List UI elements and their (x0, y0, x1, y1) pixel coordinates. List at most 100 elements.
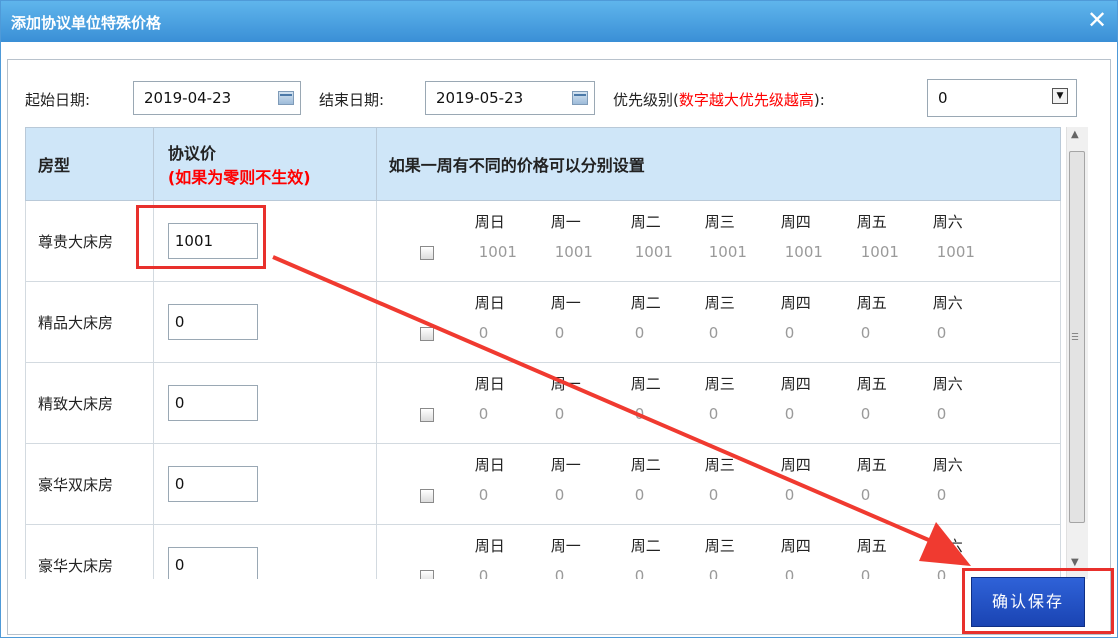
weekday-label: 周三 (704, 537, 735, 555)
weekday-price[interactable]: 1001 (635, 243, 695, 261)
weekday-price[interactable]: 0 (555, 486, 615, 504)
weekday-price[interactable]: 1001 (479, 243, 539, 261)
price-table: 房型 协议价 (如果为零则不生效) 如果一周有不同的价格可以分别设置 尊贵大床房… (25, 127, 1061, 579)
weekday-price[interactable]: 1001 (937, 243, 997, 261)
price-input[interactable]: 0 (167, 304, 258, 340)
title-bar: 添加协议单位特殊价格 ✕ (1, 1, 1117, 42)
scrollbar-grip-icon: ─ ─ ─ (1072, 329, 1079, 346)
weekday-price[interactable]: 0 (635, 486, 695, 504)
price-input[interactable]: 0 (167, 385, 258, 421)
weekday-price[interactable]: 0 (861, 567, 921, 579)
start-date-value: 2019-04-23 (144, 89, 232, 107)
weekday-price[interactable]: 0 (785, 567, 845, 579)
weekday-price[interactable]: 0 (479, 486, 539, 504)
room-type-cell: 豪华双床房 (25, 443, 154, 525)
weekday-price[interactable]: 1001 (555, 243, 615, 261)
weekday-price[interactable]: 1001 (709, 243, 769, 261)
weekday-price[interactable]: 0 (479, 324, 539, 342)
dialog-window: 添加协议单位特殊价格 ✕ 起始日期: 2019-04-23 结束日期: 2019… (0, 0, 1118, 638)
weekday-label: 周一 (550, 213, 581, 231)
price-cell: 0 (152, 524, 377, 579)
weekday-label: 周六 (932, 294, 963, 312)
weekday-price[interactable]: 0 (861, 405, 921, 423)
weekday-price[interactable]: 0 (937, 324, 997, 342)
week-price-cell: 周日 0 周一 0 周二 0 周三 0 周四 0 周五 0 周六 0 (375, 443, 1061, 525)
weekday-price[interactable]: 0 (555, 567, 615, 579)
weekday-label: 周六 (932, 537, 963, 555)
priority-select[interactable]: 0 ▼ (927, 79, 1077, 117)
weekday-label: 周日 (474, 456, 505, 474)
weekday-price[interactable]: 0 (861, 324, 921, 342)
calendar-icon[interactable] (572, 91, 588, 105)
calendar-icon[interactable] (278, 91, 294, 105)
scroll-down-icon[interactable]: ▼ (1071, 557, 1079, 568)
weekday-label: 周四 (780, 456, 811, 474)
weekday-label: 周一 (550, 456, 581, 474)
weekday-label: 周三 (704, 213, 735, 231)
weekday-label: 周四 (780, 375, 811, 393)
weekday-label: 周二 (630, 537, 661, 555)
chevron-down-icon[interactable]: ▼ (1052, 88, 1068, 104)
end-date-label: 结束日期: (319, 91, 385, 109)
weekday-price[interactable]: 0 (785, 324, 845, 342)
weekday-label: 周一 (550, 294, 581, 312)
weekday-price[interactable]: 0 (709, 567, 769, 579)
header-week-note: 如果一周有不同的价格可以分别设置 (375, 127, 1061, 201)
priority-label-suffix: ): (813, 91, 825, 109)
weekday-price[interactable]: 0 (861, 486, 921, 504)
weekday-price[interactable]: 0 (709, 324, 769, 342)
weekday-price[interactable]: 0 (479, 405, 539, 423)
weekday-label: 周五 (856, 537, 887, 555)
weekday-label: 周日 (474, 213, 505, 231)
weekday-label: 周三 (704, 456, 735, 474)
weekday-label: 周四 (780, 213, 811, 231)
weekday-price[interactable]: 0 (785, 405, 845, 423)
week-price-cell: 周日 0 周一 0 周二 0 周三 0 周四 0 周五 0 周六 0 (375, 281, 1061, 363)
header-price-note: (如果为零则不生效) (167, 168, 311, 187)
table-row: 豪华大床房 0 周日 0 周一 0 周二 0 周三 0 周四 0 周五 0 周六 0 (25, 524, 1061, 579)
weekday-price[interactable]: 0 (635, 405, 695, 423)
week-price-checkbox[interactable] (419, 408, 434, 422)
header-room-type: 房型 (25, 127, 154, 201)
priority-label-prefix: 优先级别( (613, 91, 679, 109)
weekday-price[interactable]: 0 (709, 405, 769, 423)
price-cell: 0 (152, 281, 377, 363)
scroll-up-icon[interactable]: ▲ (1071, 129, 1079, 140)
weekday-price[interactable]: 0 (937, 405, 997, 423)
week-price-checkbox[interactable] (419, 246, 434, 260)
weekday-price[interactable]: 1001 (785, 243, 845, 261)
weekday-price[interactable]: 0 (635, 567, 695, 579)
price-input[interactable]: 0 (167, 466, 258, 502)
weekday-price[interactable]: 0 (479, 567, 539, 579)
weekday-label: 周二 (630, 294, 661, 312)
weekday-label: 周一 (550, 537, 581, 555)
weekday-price[interactable]: 0 (555, 405, 615, 423)
weekday-label: 周五 (856, 294, 887, 312)
week-price-checkbox[interactable] (419, 570, 434, 579)
weekday-label: 周六 (932, 456, 963, 474)
weekday-label: 周二 (630, 213, 661, 231)
weekday-label: 周日 (474, 294, 505, 312)
highlight-box-save (962, 568, 1114, 634)
end-date-input[interactable]: 2019-05-23 (425, 81, 595, 115)
weekday-label: 周日 (474, 375, 505, 393)
week-price-checkbox[interactable] (419, 489, 434, 503)
priority-label: 优先级别(数字越大优先级越高): (613, 89, 825, 110)
priority-label-highlight: 数字越大优先级越高 (678, 91, 814, 109)
room-type-cell: 豪华大床房 (25, 524, 154, 579)
weekday-price[interactable]: 0 (709, 486, 769, 504)
start-date-label: 起始日期: (25, 91, 91, 109)
weekday-price[interactable]: 0 (785, 486, 845, 504)
start-date-input[interactable]: 2019-04-23 (133, 81, 301, 115)
close-icon[interactable]: ✕ (1085, 7, 1109, 33)
weekday-label: 周五 (856, 213, 887, 231)
week-price-checkbox[interactable] (419, 327, 434, 341)
weekday-price[interactable]: 0 (555, 324, 615, 342)
price-input[interactable]: 0 (167, 547, 258, 579)
weekday-price[interactable]: 0 (937, 486, 997, 504)
price-table-container: 房型 协议价 (如果为零则不生效) 如果一周有不同的价格可以分别设置 尊贵大床房… (25, 127, 1061, 579)
price-cell: 0 (152, 362, 377, 444)
weekday-price[interactable]: 1001 (861, 243, 921, 261)
weekday-price[interactable]: 0 (635, 324, 695, 342)
weekday-label: 周六 (932, 213, 963, 231)
